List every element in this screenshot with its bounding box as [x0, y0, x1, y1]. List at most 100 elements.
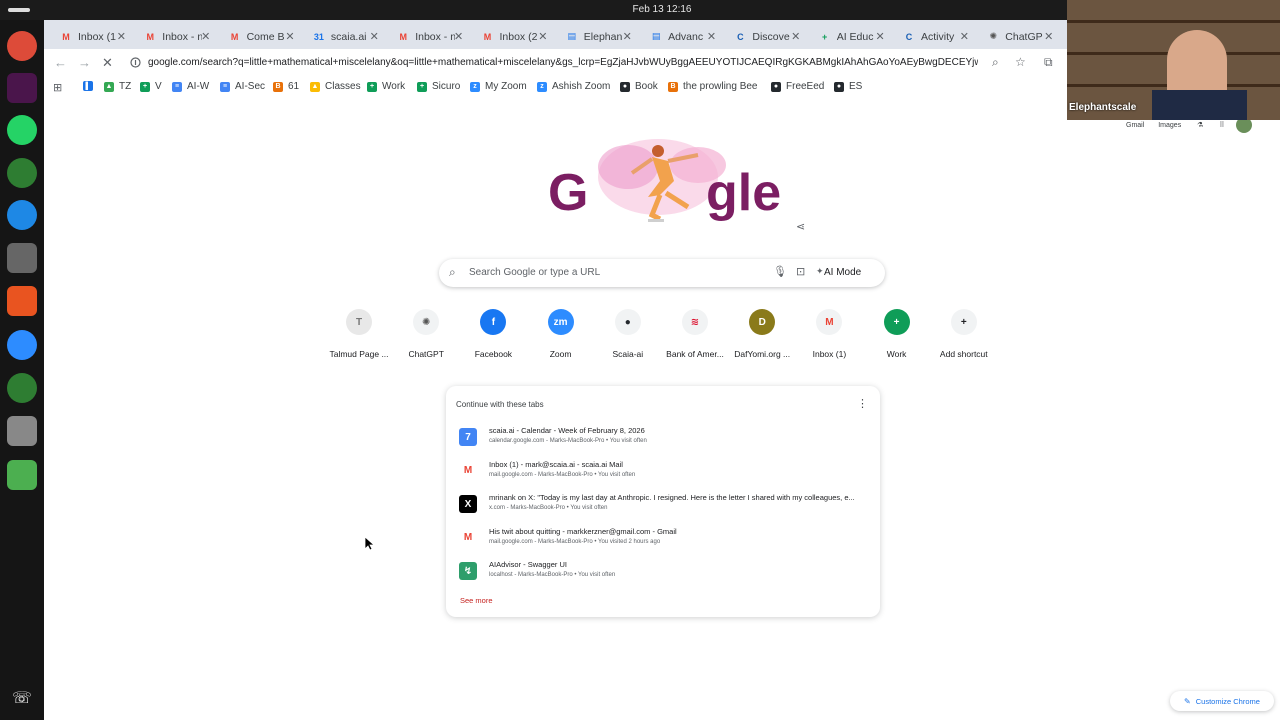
tab-close-icon[interactable]: ✕ — [791, 30, 800, 43]
shortcut-tile[interactable]: T Talmud Page ... — [324, 309, 394, 359]
continue-tab-row[interactable]: Xmrinank on X: "Today is my last day at … — [456, 489, 870, 519]
tab-close-icon[interactable]: ✕ — [201, 30, 210, 43]
bookmark-item[interactable]: ● FreeEed — [771, 81, 824, 92]
chrome-icon[interactable] — [7, 31, 37, 61]
shortcut-tile[interactable]: ≋ Bank of Amer... — [660, 309, 730, 359]
continue-tab-row[interactable]: M Inbox (1) - mark@scaia.ai - scaia.ai Ma… — [456, 456, 870, 486]
browser-tab[interactable]: M Inbox (1 ✕ — [50, 24, 134, 49]
bookmark-favicon-icon: ● — [834, 81, 844, 92]
whatsapp-icon[interactable] — [7, 115, 37, 145]
google-apps-icon[interactable]: ⠿ — [1219, 122, 1224, 129]
bookmark-favicon-icon: z — [537, 81, 547, 92]
app-center-icon[interactable] — [7, 286, 37, 316]
browser-tab[interactable]: M Inbox - n ✕ — [387, 24, 471, 49]
forward-arrow-icon[interactable]: → — [78, 55, 91, 70]
address-bar[interactable]: google.com/search?q=little+mathematical+… — [122, 52, 1052, 74]
shortcut-tile[interactable]: ● Scaia-ai — [593, 309, 663, 359]
share-icon[interactable]: ⋖ — [796, 220, 805, 233]
tab-close-icon[interactable]: ✕ — [707, 30, 716, 43]
see-more-link[interactable]: See more — [460, 596, 493, 605]
trash-icon[interactable] — [7, 460, 37, 490]
bookmark-item[interactable]: ≡ AI-W — [172, 81, 209, 92]
tab-favicon-icon: M — [62, 31, 70, 42]
tab-title: Activity — [921, 30, 955, 43]
more-options-icon[interactable]: ⋮ — [857, 397, 868, 410]
tab-favicon-icon: M — [146, 31, 155, 42]
bookmark-item[interactable]: z My Zoom — [470, 81, 527, 92]
ai-mode-button[interactable]: AI Mode — [824, 267, 861, 278]
labs-icon[interactable]: ⚗ — [1197, 122, 1203, 129]
browser-tab[interactable]: M Inbox (2 ✕ — [472, 24, 556, 49]
tab-close-icon[interactable]: ✕ — [454, 30, 463, 43]
shortcut-tile[interactable]: zm Zoom — [526, 309, 596, 359]
bookmark-item[interactable]: ▲ Classes — [310, 81, 361, 92]
apps-grid-icon[interactable]: ⊞ — [53, 81, 62, 94]
bookmark-item[interactable]: ▲ TZ — [104, 81, 131, 92]
extensions-icon[interactable]: ⧉ — [1044, 55, 1053, 70]
bookmark-item[interactable]: + V — [140, 81, 162, 92]
zoom-icon[interactable] — [7, 330, 37, 360]
tab-close-icon[interactable]: ✕ — [960, 30, 969, 43]
shortcut-tile[interactable]: D DafYomi.org ... — [727, 309, 797, 359]
remote-desktop-icon[interactable] — [7, 200, 37, 230]
bookmark-item[interactable]: Bthe prowling Bee — [668, 81, 758, 92]
tab-close-icon[interactable]: ✕ — [370, 30, 379, 43]
search-icon[interactable]: ⌕ — [992, 55, 999, 70]
files-icon[interactable] — [7, 243, 37, 273]
browser-tab[interactable]: ✺ ChatGP ✕ — [977, 24, 1061, 49]
shortcut-tile[interactable]: f Facebook — [458, 309, 528, 359]
search-placeholder[interactable]: Search Google or type a URL — [469, 267, 600, 278]
site-favicon-icon: M — [459, 528, 477, 547]
images-link[interactable]: Images — [1158, 122, 1181, 129]
search-box[interactable]: ⌕ Search Google or type a URL 🎙︎ ⊡ ✦ AI … — [439, 259, 885, 287]
bookmark-item[interactable]: ● ES — [834, 81, 862, 92]
shortcut-tile[interactable]: + Add shortcut — [929, 309, 999, 359]
continue-tab-row[interactable]: M His twit about quitting - markkerzner@g… — [456, 523, 870, 553]
browser-tab[interactable]: ▤ Elephan ✕ — [556, 24, 640, 49]
continue-tab-row[interactable]: ↯ AIAdvisor - Swagger UI localhost - Marks… — [456, 556, 870, 586]
bookmark-item[interactable]: B 61 — [273, 81, 299, 92]
microphone-icon[interactable]: 🎙︎ — [773, 265, 787, 278]
continue-tab-row[interactable]: 7 scaia.ai - Calendar - Week of February … — [456, 422, 870, 452]
shortcut-icon: D — [749, 309, 776, 335]
bookmark-item[interactable]: ● Book — [620, 81, 658, 92]
browser-tab[interactable]: C Discove ✕ — [724, 24, 808, 49]
bookmark-star-icon[interactable]: ☆ — [1015, 55, 1026, 69]
disk-icon[interactable] — [7, 416, 37, 446]
camera-lens-icon[interactable]: ⊡ — [796, 265, 805, 278]
tab-close-icon[interactable]: ✕ — [1044, 30, 1053, 43]
shortcut-tile[interactable]: + Work — [862, 309, 932, 359]
browser-tab[interactable]: 31 scaia.ai ✕ — [303, 24, 387, 49]
bookmark-label: Sicuro — [432, 81, 461, 92]
bookmark-item[interactable]: + Sicuro — [417, 81, 460, 92]
bookmark-item[interactable]: + Work — [367, 81, 405, 92]
bookmark-item[interactable]: ≡ AI-Sec — [220, 81, 265, 92]
shortcut-tile[interactable]: ✺ ChatGPT — [391, 309, 461, 359]
customize-chrome-button[interactable]: ✎ Customize Chrome — [1170, 691, 1274, 711]
tab-close-icon[interactable]: ✕ — [285, 30, 294, 43]
slack-icon[interactable] — [7, 73, 37, 103]
tab-favicon-icon: ▤ — [567, 31, 577, 41]
phone-icon[interactable]: ☏ — [12, 688, 32, 708]
tab-close-icon[interactable]: ✕ — [538, 30, 547, 43]
bookmark-item[interactable]: z Ashish Zoom — [537, 81, 610, 92]
tab-close-icon[interactable]: ✕ — [117, 30, 126, 43]
continue-tab-title: scaia.ai - Calendar - Week of February 8… — [489, 426, 645, 435]
tab-close-icon[interactable]: ✕ — [623, 30, 632, 43]
gmail-link[interactable]: Gmail — [1126, 122, 1144, 129]
stop-loading-icon[interactable]: ✕ — [102, 55, 113, 71]
keyman-icon[interactable] — [7, 373, 37, 403]
browser-tab[interactable]: ▤ Advanc ✕ — [640, 24, 724, 49]
browser-tab[interactable]: + AI Educ ✕ — [809, 24, 893, 49]
google-doodle-logo[interactable]: G gle — [548, 137, 781, 229]
browser-tab[interactable]: M Come B ✕ — [219, 24, 303, 49]
browser-tab[interactable]: M Inbox - n ✕ — [134, 24, 218, 49]
browser-tab[interactable]: C Activity ✕ — [893, 24, 977, 49]
shortcut-tile[interactable]: M Inbox (1) — [794, 309, 864, 359]
site-info-icon[interactable] — [130, 57, 141, 68]
bookmark-item[interactable]: ▌ — [83, 81, 98, 91]
back-arrow-icon[interactable]: ← — [54, 55, 67, 70]
tab-close-icon[interactable]: ✕ — [875, 30, 884, 43]
address-bar-url[interactable]: google.com/search?q=little+mathematical+… — [148, 57, 978, 68]
keyman-icon[interactable] — [7, 158, 37, 188]
